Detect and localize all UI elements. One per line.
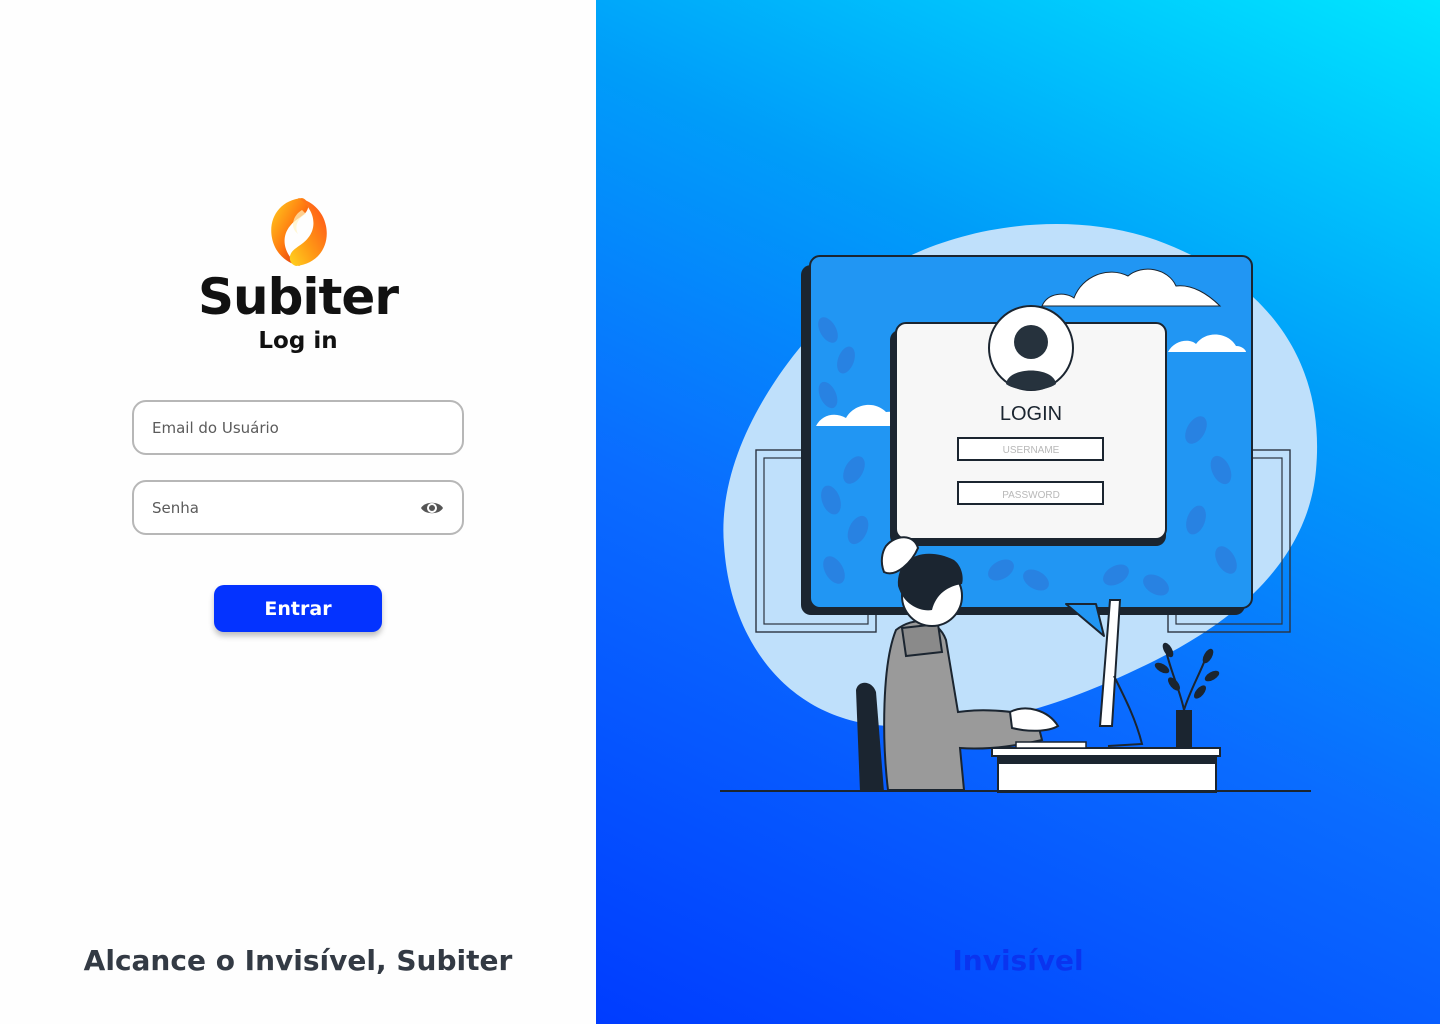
eye-icon[interactable]: [420, 497, 444, 519]
login-illustration: LOGIN USERNAME PASSWORD: [720, 224, 1318, 793]
illustration-login-title: LOGIN: [1000, 403, 1062, 425]
email-field[interactable]: [132, 400, 464, 455]
brand-name: Subiter: [197, 268, 399, 326]
flame-swirl-logo-icon: [271, 198, 327, 266]
illustration-password-label: PASSWORD: [1002, 490, 1060, 501]
password-field[interactable]: [132, 480, 464, 535]
login-panel: Subiter Log in Entrar Alcance o Invisíve…: [0, 0, 596, 1024]
illustration-username-label: USERNAME: [1003, 445, 1060, 456]
page-title: Log in: [258, 328, 338, 354]
footer-tagline: Alcance o Invisível, Subiter: [83, 944, 513, 977]
hero-word: Invisível: [952, 944, 1084, 977]
password-input[interactable]: [152, 482, 412, 533]
login-button[interactable]: Entrar: [214, 585, 382, 632]
hero-panel: LOGIN USERNAME PASSWORD Invisível: [596, 0, 1440, 1024]
email-input[interactable]: [152, 402, 412, 453]
